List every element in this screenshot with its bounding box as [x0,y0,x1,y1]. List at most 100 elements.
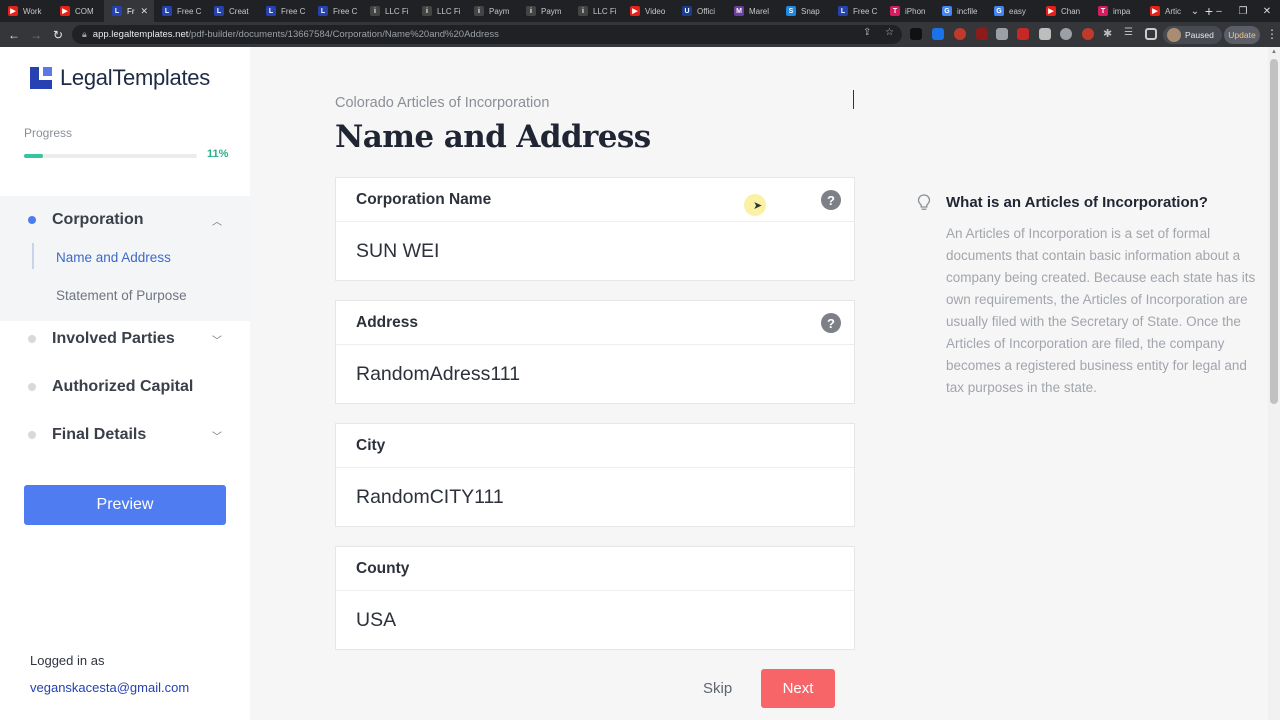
tab-title: Snap [801,6,820,16]
browser-tab[interactable]: S Snap [778,0,830,22]
extension-play-icon[interactable] [910,28,922,40]
window-close-icon[interactable]: ✕ [1255,0,1279,22]
section-label: Authorized Capital [52,378,194,395]
tab-title: Free C [177,6,202,16]
substep-statement-of-purpose[interactable]: Statement of Purpose [56,288,187,303]
browser-tab[interactable]: Geasy [986,0,1038,22]
tab-title: incfile [957,6,978,16]
tab-title: LLC Fi [385,6,409,16]
browser-tab[interactable]: L Free C [258,0,310,22]
profile-button[interactable]: Paused [1163,26,1222,44]
extensions-puzzle-icon[interactable]: ✱ [1103,27,1112,40]
forward-icon[interactable]: → [25,28,47,42]
back-icon[interactable]: ← [3,28,25,42]
tab-favicon-icon: ▶ [630,6,640,16]
progress-fill [24,154,44,158]
tab-title: Marel [749,6,770,16]
tab-favicon-icon: U [682,6,692,16]
tab-favicon-icon: L [838,6,848,16]
preview-button[interactable]: Preview [24,485,226,525]
browser-tab[interactable]: M Marel [726,0,778,22]
tab-title: Video [645,6,666,16]
reload-icon[interactable]: ↻ [47,28,69,42]
extension-shield-grey-icon[interactable] [1060,28,1072,40]
logo-mark-icon [30,67,52,89]
section-involved-parties[interactable]: Involved Parties ﹀ [0,324,250,354]
minimize-icon[interactable]: – [1207,0,1231,22]
browser-tab[interactable]: L Free C [154,0,206,22]
side-panel-icon[interactable] [1145,28,1157,40]
corporation-name-input[interactable]: SUN WEI [336,222,854,280]
browser-tab[interactable]: Gincfile [934,0,986,22]
section-label: Involved Parties [52,330,175,347]
next-button[interactable]: Next [761,669,835,708]
document-type: Colorado Articles of Incorporation [335,95,550,111]
address-input[interactable]: RandomAdress111 [336,345,854,403]
browser-tab[interactable]: TiPhon [882,0,934,22]
mouse-pointer-icon: ➤ [753,200,763,212]
browser-tab[interactable]: i Paym [466,0,518,22]
tab-close-icon[interactable]: ✕ [140,6,148,17]
extension-shield-icon[interactable] [932,28,944,40]
tab-title: Offici [697,6,716,16]
extension-badge-icon[interactable] [1082,28,1094,40]
browser-tab[interactable]: ▶ COM [52,0,104,22]
reading-list-icon[interactable]: ☰ [1124,27,1133,38]
extension-ublock-icon[interactable] [976,28,988,40]
share-icon[interactable]: ⇪ [863,27,871,38]
scroll-up-icon[interactable]: ▲ [1271,49,1277,55]
section-status-dot [28,383,36,391]
browser-tab[interactable]: L Free C [830,0,882,22]
extension-light-icon[interactable] [1039,28,1051,40]
browser-tab[interactable]: ▶ Chan [1038,0,1090,22]
chevron-down-icon[interactable]: ﹀ [212,428,222,443]
tip-title: What is an Articles of Incorporation? [946,194,1208,211]
help-icon[interactable]: ? [821,313,841,333]
county-field: County USA [335,546,855,650]
brand-logo[interactable]: LegalTemplates [30,65,210,91]
browser-tab[interactable]: ▶ Work [0,0,52,22]
tip-body: An Articles of Incorporation is a set of… [946,226,1256,395]
substep-name-and-address[interactable]: Name and Address [56,250,171,265]
city-input[interactable]: RandomCITY111 [336,468,854,526]
address-bar[interactable]: 🔒︎ app.legaltemplates.net /pdf-builder/d… [72,25,902,44]
page-scrollbar[interactable]: ▲ [1268,47,1280,720]
section-final-details[interactable]: Final Details ﹀ [0,420,250,450]
section-status-dot [28,431,36,439]
tab-title: Chan [1061,6,1081,16]
browser-tab[interactable]: L Creat [206,0,258,22]
browser-tab[interactable]: Timpa [1090,0,1142,22]
section-authorized-capital[interactable]: Authorized Capital [0,372,250,402]
chevron-up-icon[interactable]: ︿ [212,213,222,228]
browser-tab-strip: ▶ Work ▶ COM L Fr ✕ L Free C L Creat L Free C L Free C… [0,0,1280,22]
tab-search-icon[interactable]: ⌄ [1183,0,1207,22]
extension-youtube-icon[interactable] [1017,28,1029,40]
browser-tab[interactable]: L Free C [310,0,362,22]
browser-menu-icon[interactable]: ⋮ [1266,27,1278,41]
browser-tab[interactable]: L Fr ✕ [104,0,154,22]
restore-icon[interactable]: ❐ [1231,0,1255,22]
tab-title: COM [75,6,94,16]
bookmark-star-icon[interactable]: ☆ [885,27,894,38]
sidebar: LegalTemplates Progress 11% Corporation … [0,47,250,720]
help-icon[interactable]: ? [821,190,841,210]
chevron-down-icon[interactable]: ﹀ [212,332,222,347]
tab-title: Free C [281,6,306,16]
extension-grey-icon[interactable] [996,28,1008,40]
skip-button[interactable]: Skip [703,680,732,697]
lock-icon[interactable]: 🔒︎ [82,29,87,40]
browser-tab[interactable]: i Paym [518,0,570,22]
scrollbar-thumb[interactable] [1270,59,1278,404]
browser-tab[interactable]: ▶ Video [622,0,674,22]
browser-tab[interactable]: i LLC Fi [414,0,466,22]
tab-favicon-icon: T [890,6,900,16]
county-input[interactable]: USA [336,591,854,649]
browser-tab[interactable]: i LLC Fi [362,0,414,22]
section-corporation[interactable]: Corporation ︿ [0,205,250,235]
tab-title: Fr [127,6,135,16]
extension-red-icon[interactable] [954,28,966,40]
update-button[interactable]: Update [1224,26,1260,44]
browser-tab[interactable]: i LLC Fi [570,0,622,22]
browser-tab[interactable]: U Offici [674,0,726,22]
user-email-link[interactable]: veganskacesta@gmail.com [30,680,189,695]
